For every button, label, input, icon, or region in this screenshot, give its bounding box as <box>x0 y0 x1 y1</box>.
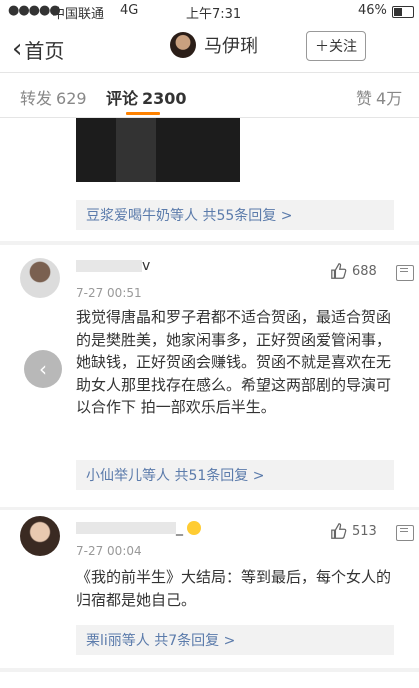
comment-author[interactable]: v <box>76 258 150 274</box>
tab-count: 4万 <box>376 89 403 108</box>
like-button[interactable]: 688 <box>330 262 377 280</box>
tab-likes[interactable]: 赞 4万 <box>356 85 402 109</box>
comment-text: 《我的前半生》大结局：等到最后，每个女人的归宿都是她自己。 <box>76 568 392 609</box>
nav-bar: ‹ 首页 马伊琍 ＋关注 <box>0 22 419 73</box>
emoji-icon <box>187 521 201 535</box>
clock: 上午7:31 <box>186 7 242 22</box>
replies-link[interactable]: 小仙举儿等人 共51条回复 > <box>76 460 394 490</box>
tab-bar: 转发 629 评论 2300 赞 4万 <box>0 73 419 118</box>
chevron-left-icon: ‹ <box>12 34 23 64</box>
carrier-label: 中国联通 <box>52 7 105 22</box>
tab-label: 赞 <box>356 89 373 108</box>
nav-user[interactable]: 马伊琍 <box>170 32 258 58</box>
avatar[interactable] <box>20 258 60 298</box>
like-button[interactable]: 513 <box>330 522 377 540</box>
person-figure <box>116 118 156 182</box>
tab-underline <box>126 112 160 115</box>
comment-time: 7-27 00:51 <box>76 286 142 300</box>
reply-icon[interactable] <box>396 265 414 281</box>
battery-percent: 46% <box>358 3 387 18</box>
blurred-name <box>76 260 142 272</box>
username: 马伊琍 <box>204 36 258 57</box>
like-count: 688 <box>352 263 377 279</box>
follow-button[interactable]: ＋关注 <box>306 31 366 61</box>
tab-label: 转发 <box>20 89 53 108</box>
battery-icon <box>392 6 414 18</box>
tab-label: 评论 <box>106 89 139 108</box>
replies-link[interactable]: 豆浆爱喝牛奶等人 共55条回复 > <box>76 200 394 230</box>
tab-comments[interactable]: 评论 2300 <box>106 85 187 109</box>
avatar[interactable] <box>20 516 60 556</box>
tab-count: 2300 <box>142 89 187 108</box>
thumbs-up-icon <box>331 523 347 539</box>
reply-icon[interactable] <box>396 525 414 541</box>
avatar <box>170 32 196 58</box>
network-label: 4G <box>120 3 139 18</box>
name-suffix: v <box>142 258 151 274</box>
name-suffix: _ <box>176 520 183 536</box>
back-label: 首页 <box>24 38 65 63</box>
next-comment-card <box>0 672 419 688</box>
tab-repost[interactable]: 转发 629 <box>20 85 87 109</box>
back-button[interactable]: ‹ 首页 <box>12 34 64 64</box>
comment-author[interactable]: _ <box>76 520 201 536</box>
comment-image[interactable] <box>76 118 240 182</box>
replies-link[interactable]: 栗li丽等人 共7条回复 > <box>76 625 394 655</box>
blurred-name <box>76 522 176 534</box>
thumbs-up-icon <box>331 263 347 279</box>
chevron-left-icon: ‹ <box>39 357 47 381</box>
tab-count: 629 <box>56 89 87 108</box>
like-count: 513 <box>352 523 377 539</box>
previous-button[interactable]: ‹ <box>24 350 62 388</box>
comment-text: 我觉得唐晶和罗子君都不适合贺函，最适合贺函的是樊胜美，她家闲事多，正好贺函爱管闲… <box>76 308 392 416</box>
comment-time: 7-27 00:04 <box>76 544 142 558</box>
status-bar: ●●●●● 中国联通 4G 上午7:31 46% <box>0 0 419 22</box>
